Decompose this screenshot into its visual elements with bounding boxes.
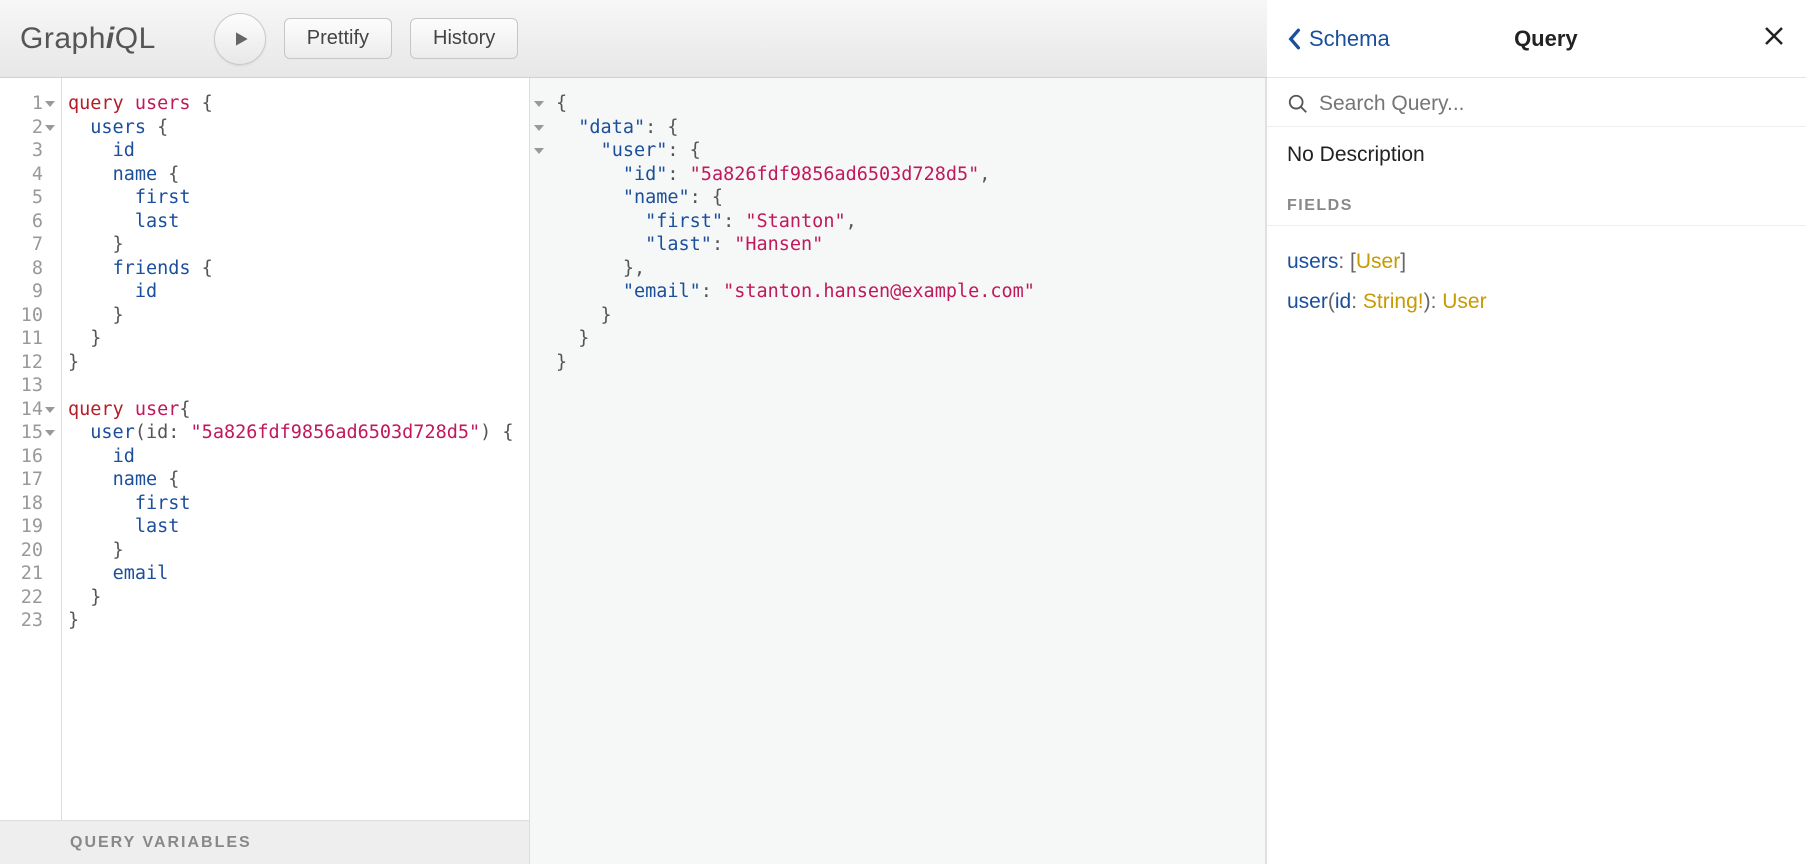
result-line: "last": "Hansen" bbox=[556, 233, 1259, 257]
docs-panel: Schema Query No Description FIELDS users… bbox=[1266, 78, 1806, 864]
result-line: } bbox=[556, 351, 1259, 375]
code-line: friends { bbox=[68, 257, 523, 281]
code-line: first bbox=[68, 492, 523, 516]
line-number: 23 bbox=[0, 609, 57, 633]
code-line: id bbox=[68, 139, 523, 163]
line-number: 14 bbox=[0, 398, 57, 422]
line-number: 8 bbox=[0, 257, 57, 281]
line-number: 11 bbox=[0, 327, 57, 351]
docs-title: Query bbox=[1330, 26, 1762, 52]
field-row[interactable]: users: [User] bbox=[1287, 242, 1786, 282]
line-number: 7 bbox=[0, 233, 57, 257]
result-pane: { "data": { "user": { "id": "5a826fdf985… bbox=[530, 78, 1266, 864]
result-line: } bbox=[556, 327, 1259, 351]
line-number: 16 bbox=[0, 445, 57, 469]
line-number: 18 bbox=[0, 492, 57, 516]
docs-description: No Description bbox=[1267, 127, 1806, 197]
result-line: }, bbox=[556, 257, 1259, 281]
result-line: } bbox=[556, 304, 1259, 328]
fields-section-label: FIELDS bbox=[1267, 197, 1806, 226]
line-number: 20 bbox=[0, 539, 57, 563]
line-number: 19 bbox=[0, 515, 57, 539]
code-line: email bbox=[68, 562, 523, 586]
code-line: name { bbox=[68, 163, 523, 187]
code-line: } bbox=[68, 233, 523, 257]
line-number: 22 bbox=[0, 586, 57, 610]
docs-close-button[interactable] bbox=[1762, 24, 1786, 53]
code-line: user(id: "5a826fdf9856ad6503d728d5") { bbox=[68, 421, 523, 445]
code-line: name { bbox=[68, 468, 523, 492]
query-editor[interactable]: 1234567891011121314151617181920212223 qu… bbox=[0, 78, 529, 820]
field-row[interactable]: user(id: String!): User bbox=[1287, 282, 1786, 322]
code-line: } bbox=[68, 539, 523, 563]
code-line: query users { bbox=[68, 92, 523, 116]
prettify-button[interactable]: Prettify bbox=[284, 18, 392, 59]
line-number: 21 bbox=[0, 562, 57, 586]
code-line: } bbox=[68, 586, 523, 610]
result-line: "data": { bbox=[556, 116, 1259, 140]
code-line: } bbox=[68, 609, 523, 633]
line-number: 13 bbox=[0, 374, 57, 398]
code-line: } bbox=[68, 304, 523, 328]
result-line: "user": { bbox=[556, 139, 1259, 163]
line-number: 4 bbox=[0, 163, 57, 187]
query-variables-toggle[interactable]: QUERY VARIABLES bbox=[0, 820, 529, 864]
code-line bbox=[68, 374, 523, 398]
history-button[interactable]: History bbox=[410, 18, 518, 59]
line-number: 3 bbox=[0, 139, 57, 163]
result-line: { bbox=[556, 92, 1259, 116]
code-line: } bbox=[68, 327, 523, 351]
code-line: last bbox=[68, 515, 523, 539]
code-line: users { bbox=[68, 116, 523, 140]
line-number: 9 bbox=[0, 280, 57, 304]
code-line: first bbox=[68, 186, 523, 210]
line-number: 15 bbox=[0, 421, 57, 445]
line-number: 2 bbox=[0, 116, 57, 140]
line-number: 12 bbox=[0, 351, 57, 375]
result-line: "email": "stanton.hansen@example.com" bbox=[556, 280, 1259, 304]
line-number: 6 bbox=[0, 210, 57, 234]
close-icon bbox=[1762, 24, 1786, 48]
line-number: 10 bbox=[0, 304, 57, 328]
result-line: "id": "5a826fdf9856ad6503d728d5", bbox=[556, 163, 1259, 187]
line-number: 17 bbox=[0, 468, 57, 492]
code-line: query user{ bbox=[68, 398, 523, 422]
line-number: 5 bbox=[0, 186, 57, 210]
docs-search-input[interactable] bbox=[1319, 92, 1786, 116]
result-line: "name": { bbox=[556, 186, 1259, 210]
search-icon bbox=[1287, 93, 1309, 115]
run-button[interactable] bbox=[214, 13, 266, 65]
code-line: last bbox=[68, 210, 523, 234]
result-line: "first": "Stanton", bbox=[556, 210, 1259, 234]
code-line: id bbox=[68, 280, 523, 304]
chevron-left-icon bbox=[1287, 28, 1301, 50]
line-number: 1 bbox=[0, 92, 57, 116]
play-icon bbox=[231, 29, 251, 49]
code-line: id bbox=[68, 445, 523, 469]
app-logo: GraphiQL bbox=[20, 22, 156, 56]
code-line: } bbox=[68, 351, 523, 375]
